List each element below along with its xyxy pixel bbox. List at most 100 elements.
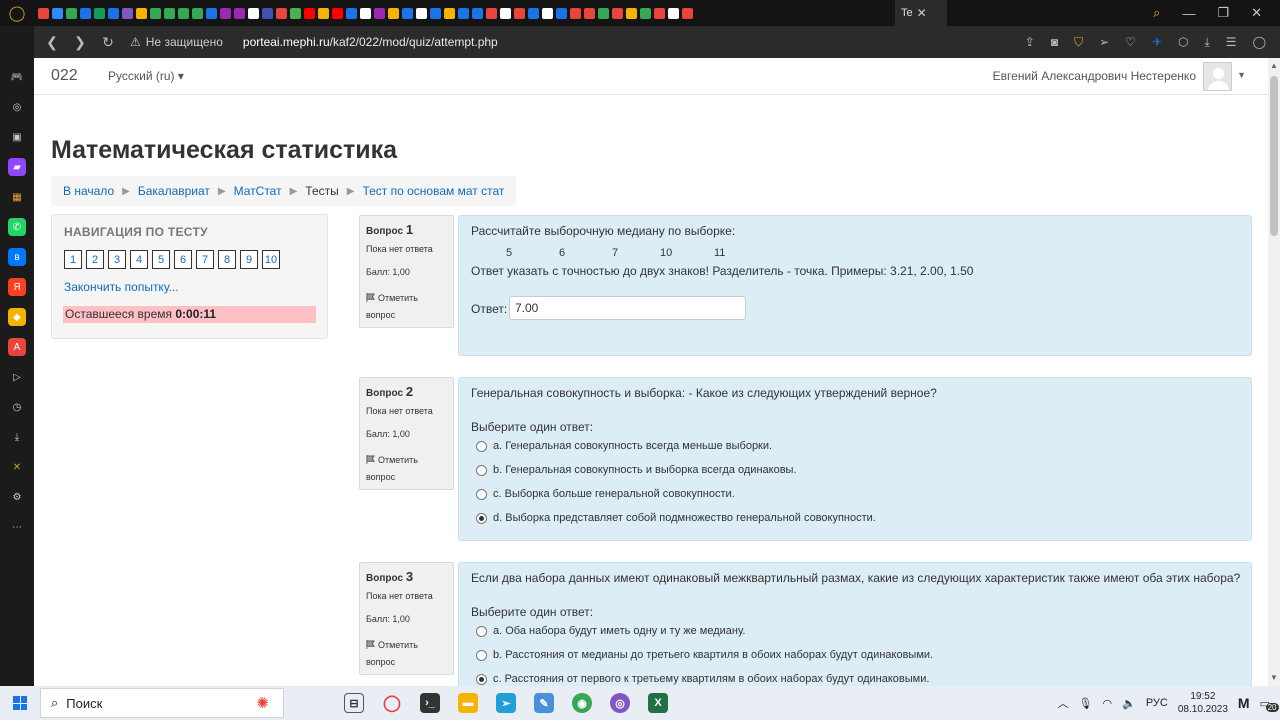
vk-icon[interactable]: в xyxy=(8,248,26,266)
tab-favicon[interactable] xyxy=(430,7,441,19)
scroll-thumb[interactable] xyxy=(1270,76,1278,236)
tab-favicon[interactable] xyxy=(444,7,455,19)
tab-favicon[interactable] xyxy=(346,7,357,19)
tab-favicon[interactable] xyxy=(192,7,203,19)
tab-favicon[interactable] xyxy=(612,7,623,19)
more-icon[interactable]: ⋯ xyxy=(8,518,26,536)
radio-button-checked[interactable] xyxy=(476,673,487,685)
url-field[interactable]: porteai.mephi.ru/kaf2/022/mod/quiz/attem… xyxy=(243,35,498,49)
answer-option[interactable]: c. Выборка больше генеральной совокупнос… xyxy=(476,488,735,500)
tab-favicon[interactable] xyxy=(332,7,343,19)
tab-favicon[interactable] xyxy=(206,7,217,19)
radio-button[interactable] xyxy=(476,464,487,476)
clock[interactable]: 19:52 08.10.2023 xyxy=(1178,690,1228,716)
tab-favicon[interactable] xyxy=(318,7,329,19)
tab-favicon[interactable] xyxy=(668,7,679,19)
close-tab-icon[interactable]: ✕ xyxy=(917,6,927,20)
close-window-icon[interactable]: ✕ xyxy=(1251,5,1262,21)
restore-icon[interactable]: ❐ xyxy=(1217,5,1229,21)
question-button-4[interactable]: 4 xyxy=(130,250,148,269)
finish-attempt-link[interactable]: Закончить попытку... xyxy=(64,280,179,294)
tab-favicon[interactable] xyxy=(108,7,119,19)
send-icon[interactable]: ➢ xyxy=(1099,35,1109,49)
gamepad-icon[interactable]: 🎮 xyxy=(8,68,26,86)
tab-favicon[interactable] xyxy=(136,7,147,19)
answer-option[interactable]: b. Расстояния от медианы до третьего ква… xyxy=(476,649,933,661)
answer-input[interactable]: 7.00 xyxy=(509,296,746,320)
settings-icon[interactable]: ⚙ xyxy=(8,488,26,506)
opera-menu-icon[interactable]: ◯ xyxy=(0,0,34,26)
shopping-bag-icon[interactable]: ▣ xyxy=(8,128,26,146)
yandex-icon[interactable]: Я xyxy=(8,278,26,296)
radio-button[interactable] xyxy=(476,488,487,500)
tab-favicon[interactable] xyxy=(514,7,525,19)
task-view-icon[interactable]: ⊟ xyxy=(344,693,364,713)
tab-favicon[interactable] xyxy=(458,7,469,19)
history-icon[interactable]: ◷ xyxy=(8,398,26,416)
tab-favicon[interactable] xyxy=(304,7,315,19)
radio-button[interactable] xyxy=(476,649,487,661)
scroll-up-icon[interactable]: ▲ xyxy=(1270,61,1278,70)
tab-favicon[interactable] xyxy=(164,7,175,19)
flag-question-link[interactable]: Отметить вопрос xyxy=(366,290,446,324)
tab-favicon[interactable] xyxy=(570,7,581,19)
notifications-icon[interactable]: ▭ 20 xyxy=(1260,697,1279,712)
app-icon[interactable]: ◎ xyxy=(610,693,630,713)
answer-option[interactable]: b. Генеральная совокупность и выборка вс… xyxy=(476,464,797,476)
breadcrumb-home[interactable]: В начало xyxy=(63,184,114,198)
tab-favicon[interactable] xyxy=(626,7,637,19)
wifi-icon[interactable]: ◠ xyxy=(1103,697,1113,710)
tab-favicon[interactable] xyxy=(682,7,693,19)
tab-favicon[interactable] xyxy=(374,7,385,19)
tab-favicon[interactable] xyxy=(528,7,539,19)
extension-icon[interactable]: ✈ xyxy=(1152,35,1162,49)
tab-favicon[interactable] xyxy=(388,7,399,19)
tab-favicon[interactable] xyxy=(66,7,77,19)
telegram-icon[interactable]: ➢ xyxy=(496,693,516,713)
tab-favicon[interactable] xyxy=(486,7,497,19)
user-name[interactable]: Евгений Александрович Нестеренко xyxy=(993,69,1196,83)
cube-icon[interactable]: ⬡ xyxy=(1178,35,1188,49)
microphone-icon[interactable]: 🎙 xyxy=(1079,697,1093,710)
speed-dial-icon[interactable]: ◎ xyxy=(8,98,26,116)
tab-favicon[interactable] xyxy=(276,7,287,19)
opera-icon[interactable]: ◯ xyxy=(382,693,402,713)
tab-search-icon[interactable]: ⌕ xyxy=(1153,5,1160,21)
tab-favicon[interactable] xyxy=(262,7,273,19)
scroll-down-icon[interactable]: ▼ xyxy=(1270,673,1278,682)
profile-icon[interactable]: ◯ xyxy=(1253,35,1266,49)
question-button-7[interactable]: 7 xyxy=(196,250,214,269)
downloads-icon[interactable]: ⤓ xyxy=(8,428,26,446)
whatsapp-icon[interactable]: ✆ xyxy=(8,218,26,236)
tab-favicon[interactable] xyxy=(416,7,427,19)
tab-favicon[interactable] xyxy=(500,7,511,19)
tab-favicon[interactable] xyxy=(52,7,63,19)
radio-button-checked[interactable] xyxy=(476,512,487,524)
breadcrumb-course[interactable]: МатСтат xyxy=(234,184,282,198)
tab-favicon[interactable] xyxy=(150,7,161,19)
avatar[interactable] xyxy=(1203,62,1232,91)
tab-favicon[interactable] xyxy=(584,7,595,19)
tab-favicon[interactable] xyxy=(290,7,301,19)
page-scrollbar[interactable]: ▲ ▼ xyxy=(1268,58,1280,686)
forward-icon[interactable]: ❯ xyxy=(66,34,94,51)
start-button[interactable] xyxy=(0,686,40,720)
tab-favicon[interactable] xyxy=(234,7,245,19)
tab-favicon[interactable] xyxy=(360,7,371,19)
extension-icon[interactable]: ▦ xyxy=(8,188,26,206)
app-icon[interactable]: ◆ xyxy=(8,308,26,326)
tab-favicon[interactable] xyxy=(220,7,231,19)
tab-favicon[interactable] xyxy=(38,7,49,19)
tab-favicon[interactable] xyxy=(654,7,665,19)
breadcrumb-quiz[interactable]: Тест по основам мат стат xyxy=(362,184,504,198)
flag-question-link[interactable]: Отметить вопрос xyxy=(366,637,446,671)
tab-favicon[interactable] xyxy=(248,7,259,19)
tab-favicon[interactable] xyxy=(542,7,553,19)
tab-favicon[interactable] xyxy=(598,7,609,19)
twitch-icon[interactable]: ▰ xyxy=(8,158,26,176)
minimize-icon[interactable]: — xyxy=(1182,6,1195,21)
file-explorer-icon[interactable]: ▬ xyxy=(458,693,478,713)
active-tab[interactable]: Te ✕ xyxy=(895,0,947,26)
share-icon[interactable]: ⇪ xyxy=(1025,35,1035,49)
tray-chevron-icon[interactable]: ︿ xyxy=(1058,695,1069,711)
